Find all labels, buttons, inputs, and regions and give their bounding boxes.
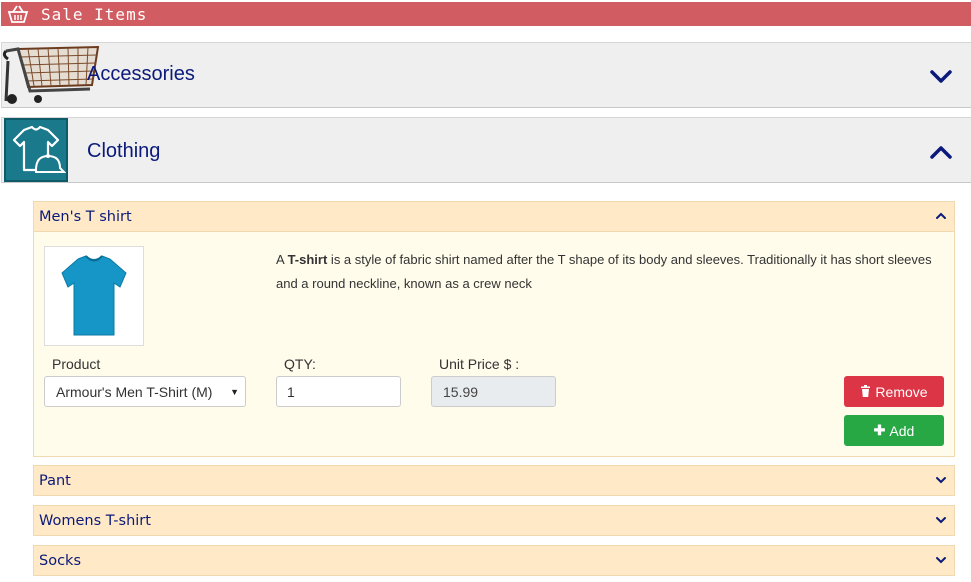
- item-label-mens-tshirt: Men's T shirt: [39, 208, 132, 225]
- item-label-womens-tshirt: Womens T-shirt: [39, 512, 151, 529]
- item-label-pant: Pant: [39, 472, 71, 489]
- tshirt-cap-icon: [4, 118, 68, 182]
- chevron-down-icon[interactable]: [934, 553, 948, 567]
- product-select[interactable]: Armour's Men T-Shirt (M) ▼: [44, 376, 246, 407]
- chevron-down-icon[interactable]: [929, 65, 953, 89]
- page-title: Sale Items: [41, 4, 148, 24]
- item-panel-mens-tshirt[interactable]: Men's T shirt: [33, 201, 955, 232]
- unit-price-field: 15.99: [431, 376, 556, 407]
- dropdown-caret-icon: ▼: [230, 387, 239, 397]
- sale-items-header: Sale Items: [1, 2, 971, 26]
- item-panel-pant[interactable]: Pant: [33, 465, 955, 496]
- chevron-down-icon[interactable]: [934, 513, 948, 527]
- basket-icon: [7, 4, 31, 24]
- add-button[interactable]: ✚ Add: [844, 415, 944, 446]
- plus-icon: ✚: [873, 422, 886, 438]
- chevron-up-icon[interactable]: [934, 209, 948, 223]
- category-clothing-label: Clothing: [87, 140, 161, 162]
- qty-input[interactable]: 1: [276, 376, 401, 407]
- item-panel-womens-tshirt[interactable]: Womens T-shirt: [33, 505, 955, 536]
- item-label-socks: Socks: [39, 552, 81, 569]
- tshirt-product-image: [44, 246, 144, 346]
- chevron-down-icon[interactable]: [934, 473, 948, 487]
- remove-button[interactable]: Remove: [844, 376, 944, 407]
- item-detail-body: A T-shirt is a style of fabric shirt nam…: [33, 232, 955, 457]
- category-accessories[interactable]: Accessories: [1, 42, 971, 108]
- category-clothing[interactable]: Clothing: [1, 117, 971, 183]
- qty-label: QTY:: [284, 356, 316, 372]
- unit-price-label: Unit Price $ :: [439, 356, 520, 372]
- shopping-cart-icon: [2, 43, 100, 107]
- chevron-up-icon[interactable]: [929, 140, 953, 164]
- product-label: Product: [52, 356, 101, 372]
- item-panel-socks[interactable]: Socks: [33, 545, 955, 576]
- trash-icon: [860, 384, 871, 400]
- product-description: A T-shirt is a style of fabric shirt nam…: [276, 252, 932, 291]
- category-accessories-label: Accessories: [87, 63, 195, 85]
